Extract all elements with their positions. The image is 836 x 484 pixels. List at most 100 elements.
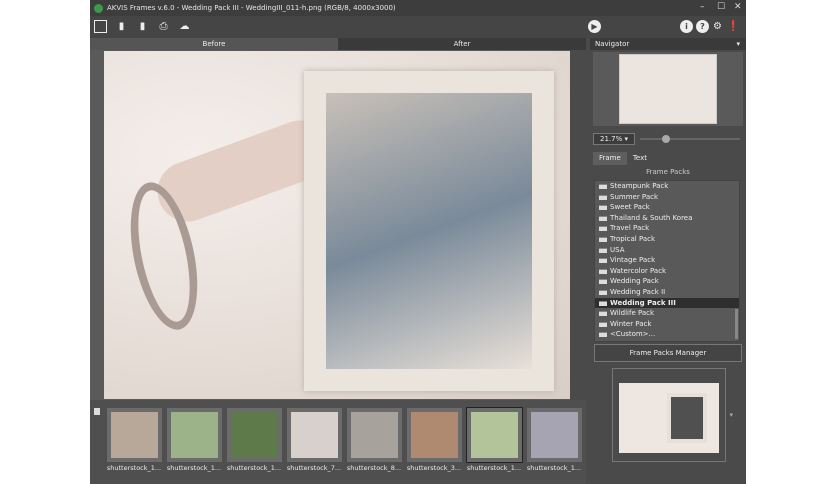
navigator-label: Navigator <box>595 40 630 48</box>
frame-pack-item[interactable]: Steampunk Pack <box>595 181 739 192</box>
help-icon[interactable]: ? <box>696 20 709 33</box>
frame-pack-label: Winter Pack <box>610 319 652 328</box>
filmstrip-thumbnail[interactable] <box>407 408 462 462</box>
thumbnail-image <box>471 412 518 458</box>
chevron-down-icon[interactable]: ▾ <box>729 411 733 419</box>
folder-icon <box>599 321 607 327</box>
wedding-photo-preview <box>104 51 570 399</box>
zoom-slider-handle[interactable] <box>662 135 670 143</box>
title-bar: AKVIS Frames v.6.0 - Wedding Pack III - … <box>90 0 746 16</box>
list-scrollbar[interactable] <box>735 309 738 339</box>
frame-pack-label: <Custom>... <box>610 330 656 339</box>
tab-after[interactable]: After <box>338 38 586 50</box>
folder-icon <box>599 226 607 232</box>
navigator-header: Navigator ▾ <box>590 38 746 50</box>
frame-pack-item[interactable]: Summer Pack <box>595 192 739 203</box>
frame-packs-heading: Frame Packs <box>646 168 690 176</box>
filmstrip-thumbnail[interactable] <box>167 408 222 462</box>
frame-pack-item[interactable]: Travel Pack <box>595 223 739 234</box>
print-icon[interactable]: ⎙ <box>157 20 170 33</box>
folder-icon <box>599 289 607 295</box>
thumbnail-image <box>351 412 398 458</box>
thumbnail-image <box>111 412 158 458</box>
info-icon[interactable]: i <box>680 20 693 33</box>
frame-pack-item[interactable]: Watercolor Pack <box>595 266 739 277</box>
filmstrip-thumbnail[interactable] <box>466 407 523 463</box>
folder-icon <box>599 184 607 189</box>
settings-gear-icon[interactable]: ⚙ <box>711 20 724 33</box>
frame-pack-item[interactable]: Wedding Pack III <box>595 297 739 309</box>
notifications-icon[interactable]: ❗ <box>727 20 740 33</box>
frame-pack-label: USA <box>610 245 625 254</box>
thumbnail-image <box>291 412 338 458</box>
workspace-icon[interactable] <box>94 20 107 33</box>
folder-icon <box>599 205 607 211</box>
filmstrip-thumbnail[interactable] <box>227 408 282 462</box>
thumbnail-caption: shutterstock_3... <box>406 464 462 472</box>
filmstrip: shutterstock_1... shutterstock_1... shutte… <box>90 400 586 484</box>
zoom-value: 21.7% <box>600 135 623 143</box>
vertical-scrollbar[interactable] <box>570 50 586 400</box>
trash-icon[interactable] <box>94 408 100 415</box>
frame-pack-label: Steampunk Pack <box>610 182 669 190</box>
frame-preview[interactable]: ▾ <box>612 368 733 462</box>
filmstrip-thumbnail[interactable] <box>527 408 582 462</box>
navigator-preview[interactable] <box>593 52 743 126</box>
chevron-down-icon[interactable]: ▾ <box>736 38 740 50</box>
app-window: AKVIS Frames v.6.0 - Wedding Pack III - … <box>90 0 746 484</box>
folder-icon <box>599 236 607 242</box>
frame-pack-label: Summer Pack <box>610 192 659 201</box>
folder-icon <box>599 268 607 274</box>
open-file-icon[interactable]: ▮ <box>115 20 128 33</box>
frame-pack-item[interactable]: Wedding Pack II <box>595 287 739 298</box>
folder-icon <box>599 258 607 264</box>
frame-pack-label: Wedding Pack II <box>610 287 666 296</box>
zoom-slider[interactable] <box>640 135 740 143</box>
thumbnail-image <box>531 412 578 458</box>
tab-before[interactable]: Before <box>90 38 338 50</box>
frame-packs-manager-button[interactable]: Frame Packs Manager <box>594 344 742 362</box>
thumbnail-caption: shutterstock_8... <box>346 464 402 472</box>
app-logo-icon <box>94 3 103 13</box>
folder-icon <box>599 311 607 317</box>
cloud-share-icon[interactable]: ☁ <box>178 20 191 33</box>
minimize-icon[interactable]: – <box>700 2 705 12</box>
tab-text[interactable]: Text <box>627 152 653 165</box>
thumbnail-caption: shutterstock_1... <box>466 464 522 472</box>
frame-pack-item[interactable]: Wildlife Pack <box>595 308 739 319</box>
frame-pack-label: Sweet Pack <box>610 203 650 212</box>
thumbnail-image <box>171 412 218 458</box>
frame-pack-item[interactable]: Thailand & South Korea <box>595 213 739 224</box>
frame-pack-item[interactable]: USA <box>595 245 739 256</box>
view-tabs: Before After <box>90 38 586 50</box>
run-play-icon[interactable]: ▶ <box>588 20 601 33</box>
thumbnail-caption: shutterstock_1... <box>226 464 282 472</box>
navigator-thumbnail <box>619 54 717 124</box>
close-icon[interactable]: ✕ <box>734 2 742 12</box>
thumbnail-caption: shutterstock_7... <box>286 464 342 472</box>
frame-pack-label: Wildlife Pack <box>610 309 655 318</box>
filmstrip-thumbnail[interactable] <box>287 408 342 462</box>
frame-pack-item[interactable]: <Custom>... <box>595 329 739 340</box>
zoom-select[interactable]: 21.7% ▾ <box>593 133 635 145</box>
filmstrip-thumbnail[interactable] <box>107 408 162 462</box>
frame-packs-list: Steampunk Pack Summer Pack Sweet Pack Thail… <box>594 180 740 342</box>
photo-frame <box>304 71 554 391</box>
thumbnail-caption: shutterstock_1... <box>166 464 222 472</box>
thumbnail-caption: shutterstock_1... <box>106 464 162 472</box>
folder-icon <box>599 215 607 221</box>
filmstrip-thumbnail[interactable] <box>347 408 402 462</box>
frame-pack-item[interactable]: Sweet Pack <box>595 202 739 213</box>
save-file-icon[interactable]: ▮ <box>136 20 149 33</box>
tab-frame[interactable]: Frame <box>593 152 627 165</box>
frame-pack-label: Tropical Pack <box>610 234 656 243</box>
frame-pack-item[interactable]: Vintage Pack <box>595 255 739 266</box>
folder-icon <box>599 300 607 306</box>
frame-pack-item[interactable]: Wedding Pack <box>595 276 739 287</box>
frame-pack-item[interactable]: Winter Pack <box>595 319 739 330</box>
folder-icon <box>599 247 607 253</box>
image-canvas[interactable] <box>90 50 586 400</box>
frame-pack-item[interactable]: Tropical Pack <box>595 234 739 245</box>
frame-pack-label: Wedding Pack <box>610 277 659 286</box>
maximize-icon[interactable]: ☐ <box>717 2 725 12</box>
